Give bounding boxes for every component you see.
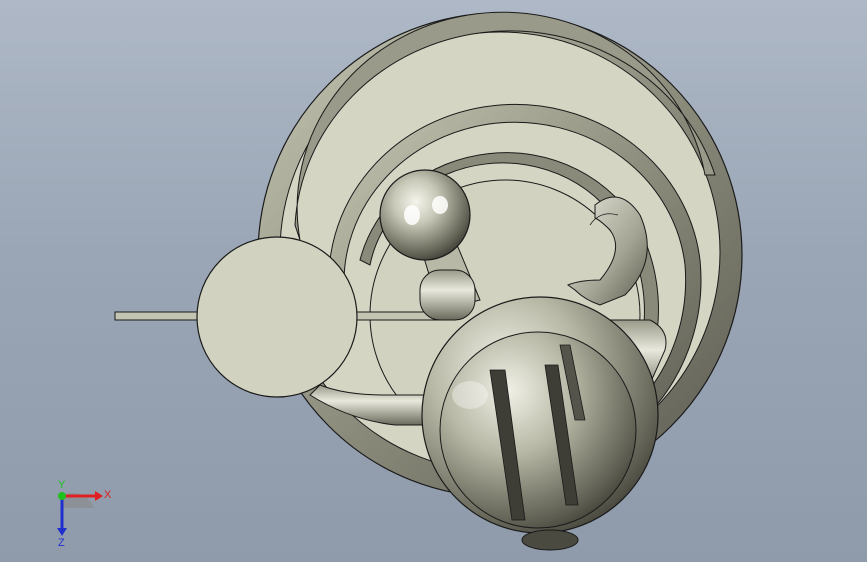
x-axis-label: X bbox=[104, 489, 112, 501]
y-axis-label: Y bbox=[58, 479, 66, 491]
y-axis-dot-icon bbox=[58, 492, 66, 500]
main-sphere bbox=[421, 296, 659, 551]
z-axis-label: Z bbox=[58, 537, 65, 548]
3d-model[interactable] bbox=[0, 0, 867, 562]
orientation-triad: X Y Z bbox=[57, 479, 112, 548]
graphics-viewport[interactable]: X Y Z bbox=[0, 0, 867, 562]
x-axis-arrow-icon bbox=[95, 491, 103, 501]
z-axis-arrow-icon bbox=[57, 528, 67, 536]
